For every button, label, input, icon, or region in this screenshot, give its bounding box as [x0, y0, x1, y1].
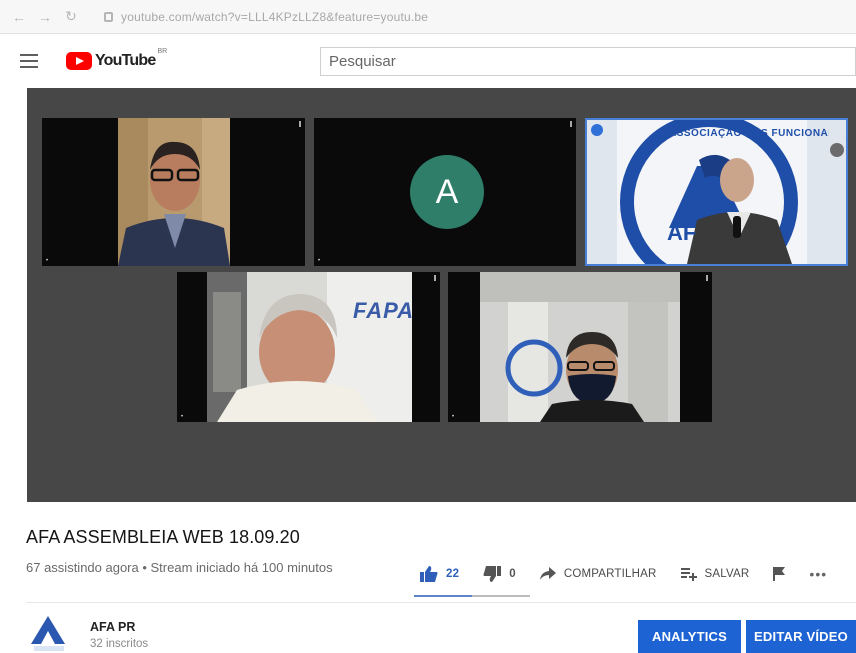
report-button[interactable]	[773, 567, 786, 581]
wall-banner-text: ASSOCIAÇÃO DOS FUNCIONÁRIOS DO INSTITUTO	[669, 128, 829, 139]
more-actions-icon[interactable]: •••	[809, 566, 827, 582]
more-icon[interactable]	[434, 275, 436, 281]
participant-video-1	[42, 118, 305, 266]
wall-banner-logo-text: AF	[667, 220, 697, 245]
forward-icon[interactable]: →	[34, 6, 56, 28]
subscriber-count: 32 inscritos	[90, 638, 149, 650]
video-title: AFA ASSEMBLEIA WEB 18.09.20	[26, 527, 300, 547]
thumbs-down-icon	[483, 566, 502, 582]
edit-video-button[interactable]: EDITAR VÍDEO	[746, 620, 856, 653]
address-bar[interactable]: youtube.com/watch?v=LLL4KPzLLZ8&feature=…	[104, 10, 428, 24]
divider	[26, 602, 856, 603]
participant-video-5	[448, 272, 712, 422]
save-button[interactable]: SALVAR	[680, 567, 750, 581]
video-stats: 67 assistindo agora • Stream iniciado há…	[26, 560, 333, 575]
playlist-add-icon	[680, 568, 697, 581]
analytics-button[interactable]: ANALYTICS	[638, 620, 741, 653]
share-button[interactable]: COMPARTILHAR	[539, 567, 657, 581]
participant-avatar: A	[410, 155, 484, 229]
video-actions: 22 0 COMPARTILHAR SALVAR •••	[420, 556, 851, 592]
browser-toolbar: ← → ↻ youtube.com/watch?v=LLL4KPzLLZ8&fe…	[0, 0, 856, 34]
participant-tile-2: A •	[314, 118, 576, 266]
share-label: COMPARTILHAR	[563, 568, 657, 580]
dislike-ratio-bar	[472, 595, 530, 597]
thumbs-up-icon	[420, 566, 438, 582]
channel-avatar[interactable]	[28, 614, 70, 653]
search-input[interactable]: Pesquisar	[320, 47, 856, 76]
participant-tile-5: •	[448, 272, 712, 422]
hamburger-menu-icon[interactable]	[20, 54, 38, 68]
participant-tile-4: FAPA •	[177, 272, 440, 422]
participant-name-tag: •	[46, 258, 49, 264]
logo-text: YouTube	[95, 52, 156, 69]
participant-tile-3-active-speaker: ASSOCIAÇÃO DOS FUNCIONÁRIOS DO INSTITUTO…	[585, 118, 848, 266]
save-label: SALVAR	[704, 568, 750, 580]
participant-name-tag: •	[181, 414, 184, 420]
dislike-button[interactable]: 0	[483, 566, 516, 582]
more-icon[interactable]	[570, 121, 572, 127]
back-icon[interactable]: ←	[8, 6, 30, 28]
reload-icon[interactable]: ↻	[60, 6, 82, 28]
lock-icon	[104, 11, 113, 22]
more-icon[interactable]	[299, 121, 301, 127]
participant-video-4	[177, 272, 440, 422]
dislike-count: 0	[509, 568, 516, 580]
youtube-header: YouTube BR Pesquisar	[0, 34, 856, 88]
participant-name-tag: •	[318, 258, 321, 264]
wall-sign-text: FAPA	[353, 298, 415, 323]
like-count: 22	[446, 568, 460, 580]
video-player[interactable]: • A • ASSOCIAÇÃO DOS FUNCIONÁRIOS DO INS…	[27, 88, 856, 502]
participant-tile-1: •	[42, 118, 305, 266]
country-code: BR	[157, 48, 168, 55]
more-icon[interactable]	[706, 275, 708, 281]
share-icon	[539, 567, 556, 580]
like-button[interactable]: 22	[420, 566, 459, 582]
url-text: youtube.com/watch?v=LLL4KPzLLZ8&feature=…	[121, 9, 429, 24]
youtube-logo[interactable]: YouTube BR	[66, 48, 167, 70]
flag-icon	[773, 567, 786, 581]
youtube-play-icon	[66, 52, 92, 70]
participant-name-tag: •	[452, 414, 455, 420]
channel-name[interactable]: AFA PR	[90, 620, 135, 634]
